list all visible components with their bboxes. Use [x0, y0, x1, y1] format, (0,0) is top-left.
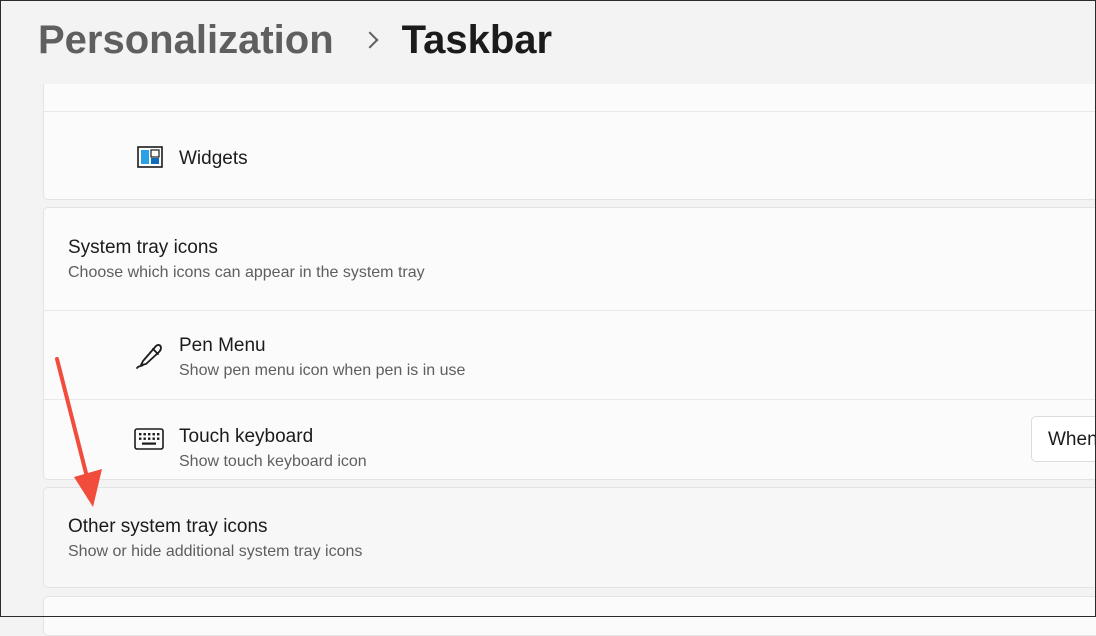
pen-menu-row[interactable]: Pen Menu Show pen menu icon when pen is … [44, 311, 1096, 399]
next-card [43, 596, 1096, 636]
widgets-row[interactable]: Widgets [44, 112, 1096, 199]
touch-keyboard-row[interactable]: Touch keyboard Show touch keyboard icon [44, 400, 1096, 480]
system-tray-subtitle: Choose which icons can appear in the sys… [68, 264, 425, 281]
pen-menu-label: Pen Menu [179, 335, 266, 356]
pen-menu-description: Show pen menu icon when pen is in use [179, 362, 466, 379]
other-system-tray-card[interactable]: Other system tray icons Show or hide add… [43, 487, 1096, 588]
taskbar-items-card: Widgets [43, 68, 1096, 200]
breadcrumb-personalization[interactable]: Personalization [38, 14, 334, 66]
keyboard-icon [134, 428, 164, 455]
chevron-right-icon [361, 31, 379, 49]
system-tray-title: System tray icons [68, 237, 218, 258]
widgets-icon [137, 146, 163, 173]
widgets-label: Widgets [179, 148, 248, 169]
dropdown-value: When [1048, 429, 1096, 450]
page-title: Taskbar [401, 18, 553, 62]
other-tray-title: Other system tray icons [68, 516, 268, 537]
other-tray-subtitle: Show or hide additional system tray icon… [68, 543, 363, 560]
pen-icon [133, 337, 167, 376]
system-tray-card: System tray icons Choose which icons can… [43, 207, 1096, 480]
page-header: Personalization Taskbar [0, 0, 1096, 84]
breadcrumb: Personalization Taskbar [38, 14, 552, 66]
touch-keyboard-description: Show touch keyboard icon [179, 453, 367, 470]
touch-keyboard-dropdown[interactable]: When [1031, 416, 1096, 462]
touch-keyboard-label: Touch keyboard [179, 426, 314, 447]
annotation-arrow-icon [55, 357, 102, 507]
